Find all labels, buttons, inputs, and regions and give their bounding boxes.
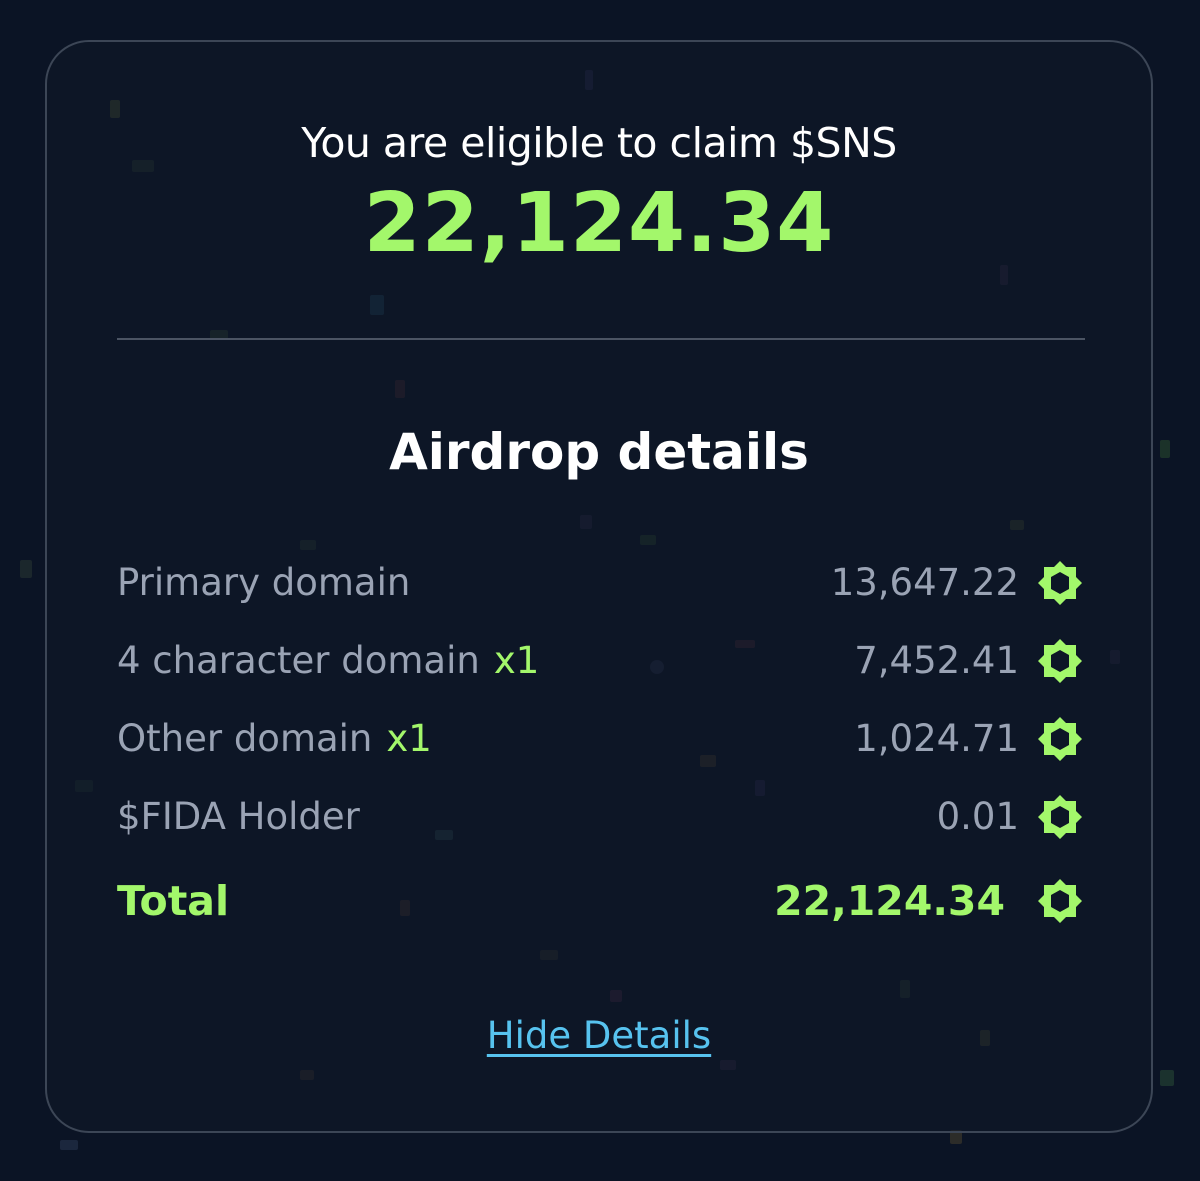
row-value: 0.01 xyxy=(936,795,1019,838)
sns-token-icon xyxy=(1038,717,1082,761)
sns-token-icon xyxy=(1038,795,1082,839)
row-value: 1,024.71 xyxy=(854,717,1019,760)
total-label: Total xyxy=(117,877,230,925)
airdrop-details-title: Airdrop details xyxy=(389,423,809,481)
row-value: 7,452.41 xyxy=(854,639,1019,682)
row-label: 4 character domain x1 xyxy=(117,639,540,682)
row-label: $FIDA Holder xyxy=(117,795,360,838)
detail-row-total: Total 22,124.34 xyxy=(117,876,1085,926)
hide-details-link[interactable]: Hide Details xyxy=(487,1014,711,1057)
detail-row-primary-domain: Primary domain 13,647.22 xyxy=(117,558,1085,608)
sns-token-icon xyxy=(1038,639,1082,683)
sns-token-icon xyxy=(1038,561,1082,605)
detail-row-fida-holder: $FIDA Holder 0.01 xyxy=(117,792,1085,842)
detail-row-4-character-domain: 4 character domain x1 7,452.41 xyxy=(117,636,1085,686)
eligible-message: You are eligible to claim $SNS xyxy=(301,119,897,167)
row-multiplier: x1 xyxy=(493,639,540,682)
row-label: Primary domain xyxy=(117,561,411,604)
hide-details-container: Hide Details xyxy=(47,1014,1151,1057)
total-value: 22,124.34 xyxy=(774,877,1005,925)
sns-token-icon xyxy=(1038,879,1082,923)
row-value: 13,647.22 xyxy=(830,561,1019,604)
detail-row-other-domain: Other domain x1 1,024.71 xyxy=(117,714,1085,764)
airdrop-card: You are eligible to claim $SNS 22,124.34… xyxy=(45,40,1153,1133)
row-multiplier: x1 xyxy=(386,717,432,760)
divider xyxy=(117,338,1085,340)
claim-amount: 22,124.34 xyxy=(363,176,835,271)
row-label: Other domain x1 xyxy=(117,717,432,760)
